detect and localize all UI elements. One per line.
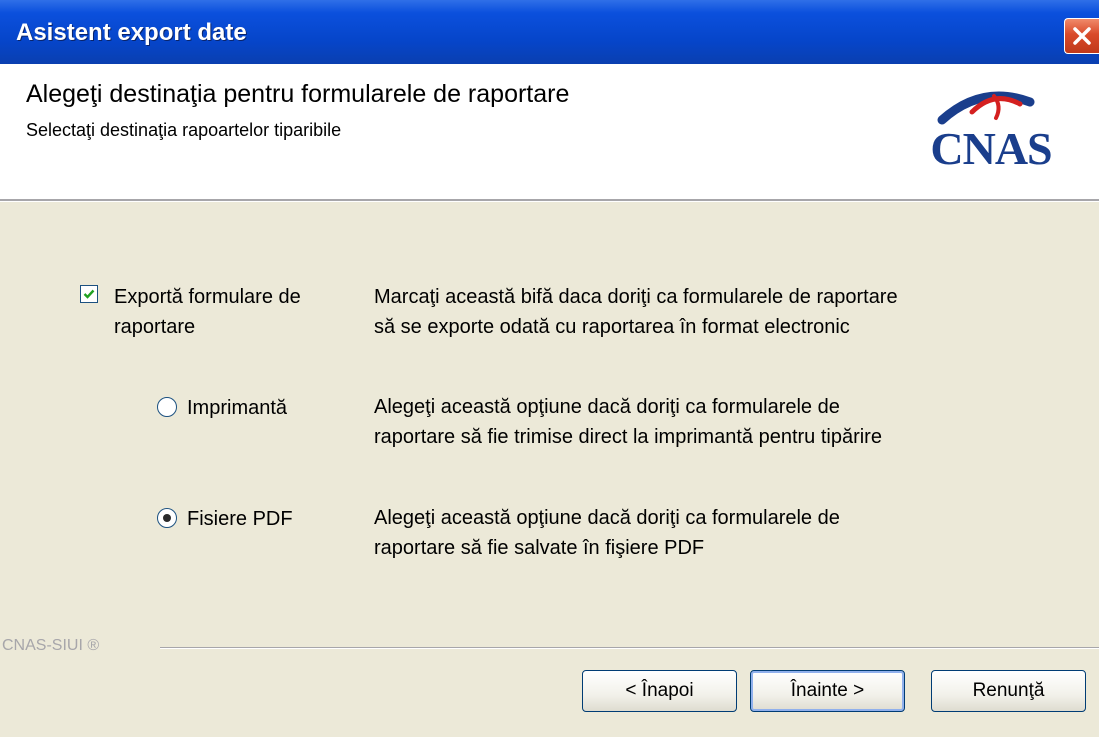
pdf-description: Alegeţi această opţiune dacă doriţi ca f… xyxy=(374,503,840,563)
logo-text: CNAS xyxy=(930,123,1052,174)
pdf-desc-line2: raportare să fie salvate în fişiere PDF xyxy=(374,537,705,559)
export-forms-label-line2: raportare xyxy=(114,316,196,338)
export-wizard-dialog: Asistent export date Alegeţi destinaţia … xyxy=(0,0,1099,737)
export-forms-desc-line2: să se exporte odată cu raportarea în for… xyxy=(374,316,850,338)
export-forms-checkbox[interactable] xyxy=(80,285,98,303)
next-button[interactable]: Înainte > xyxy=(750,670,905,712)
cnas-logo: CNAS xyxy=(912,82,1070,178)
pdf-label[interactable]: Fisiere PDF xyxy=(187,504,293,534)
export-forms-label-line1: Exportă formulare de xyxy=(114,286,301,308)
pdf-desc-line1: Alegeţi această opţiune dacă doriţi ca f… xyxy=(374,507,840,529)
printer-label[interactable]: Imprimantă xyxy=(187,393,287,423)
title-bar[interactable]: Asistent export date xyxy=(0,0,1099,64)
printer-desc-line2: raportare să fie trimise direct la impri… xyxy=(374,426,882,448)
printer-desc-line1: Alegeţi această opţiune dacă doriţi ca f… xyxy=(374,396,840,418)
radio-selected-dot xyxy=(163,514,171,522)
back-button[interactable]: < Înapoi xyxy=(582,670,737,712)
export-forms-label[interactable]: Exportă formulare de raportare xyxy=(114,282,301,342)
header-divider xyxy=(0,199,1099,202)
export-forms-description: Marcaţi această bifă daca doriţi ca form… xyxy=(374,282,898,342)
page-title: Alegeţi destinaţia pentru formularele de… xyxy=(26,80,570,108)
printer-radio[interactable] xyxy=(157,397,177,417)
export-forms-desc-line1: Marcaţi această bifă daca doriţi ca form… xyxy=(374,286,898,308)
pdf-radio[interactable] xyxy=(157,508,177,528)
printer-description: Alegeţi această opţiune dacă doriţi ca f… xyxy=(374,392,882,452)
page-subtitle: Selectaţi destinaţia rapoartelor tiparib… xyxy=(26,120,342,140)
footer-brand: CNAS-SIUI ® xyxy=(2,637,100,654)
close-button[interactable] xyxy=(1064,18,1099,54)
cancel-button[interactable]: Renunţă xyxy=(931,670,1086,712)
footer-divider xyxy=(160,647,1099,649)
window-title: Asistent export date xyxy=(16,19,247,46)
